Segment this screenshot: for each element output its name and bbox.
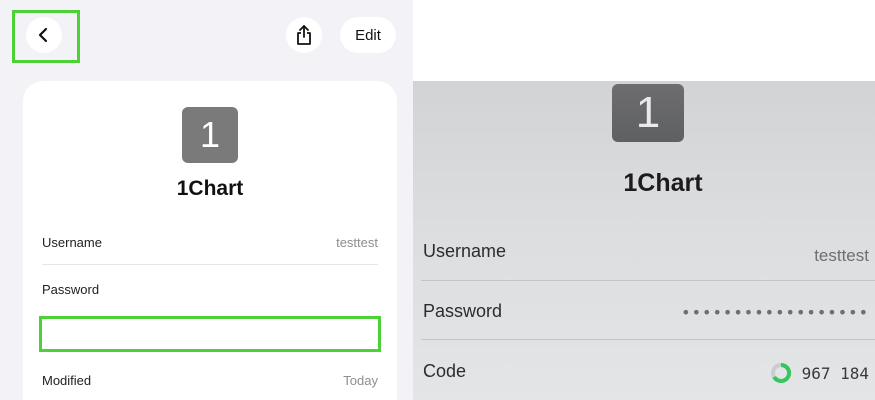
item-icon-tile: 1 [182,107,238,163]
item-detail-card: 1 1Chart Username testtest Password Modi… [23,81,397,400]
photo-item-icon-tile: 1 [612,84,684,142]
modified-label: Modified [42,373,92,388]
username-value[interactable]: testtest [336,235,378,250]
share-icon [297,25,311,45]
photo-password-label: Password [423,301,503,321]
modified-value: Today [343,373,378,388]
password-label: Password [42,282,100,297]
device-photo-panel: 1 1Chart Username testtest Password ••••… [413,81,875,400]
username-label: Username [42,235,102,250]
item-title: 1Chart [176,177,244,200]
photo-password-mask: •••••••••••••••••• [681,303,869,322]
photo-code-label: Code [423,361,467,381]
chevron-left-icon [38,27,48,43]
photo-item-title: 1Chart [623,169,703,197]
photo-code-group: 967 184 [770,362,869,384]
photo-separator [421,280,875,281]
password-field-highlight[interactable] [39,316,381,352]
app-screenshot-panel: Edit 1 1Chart Username testtest Password… [0,0,413,400]
share-button[interactable] [286,17,322,53]
photo-code-value: 967 184 [801,363,869,383]
photo-username-value: testtest [814,246,869,265]
photo-separator [421,339,875,340]
separator [42,264,378,265]
back-button[interactable] [26,17,62,53]
photo-username-label: Username [423,241,507,261]
code-timer-ring-icon [770,362,791,383]
top-navigation-bar: Edit [0,0,413,80]
edit-button[interactable]: Edit [340,17,396,53]
